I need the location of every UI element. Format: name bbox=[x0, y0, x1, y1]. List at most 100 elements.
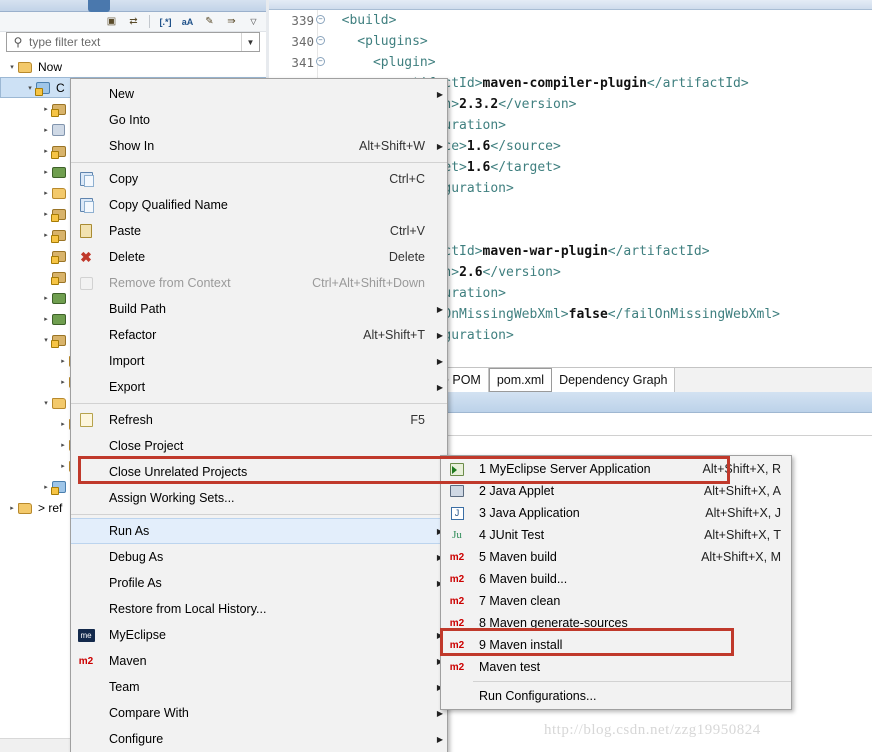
menu-separator bbox=[71, 514, 447, 515]
menu-item-assign-working-sets[interactable]: Assign Working Sets... bbox=[71, 485, 447, 511]
submenu-item-8-maven-generate-sources[interactable]: m2 8 Maven generate-sources bbox=[441, 612, 791, 634]
clear-filter-icon[interactable]: ✎ bbox=[201, 14, 218, 30]
submenu-item-6-maven-build[interactable]: m2 6 Maven build... bbox=[441, 568, 791, 590]
link-with-editor-icon[interactable]: ⇄ bbox=[125, 14, 142, 30]
submenu-item-9-maven-install[interactable]: m2 9 Maven install bbox=[441, 634, 791, 656]
fold-toggle-icon[interactable]: − bbox=[316, 36, 325, 45]
explorer-tab-nub[interactable] bbox=[88, 0, 110, 12]
tree-expand-arrow-icon[interactable]: ▸ bbox=[57, 441, 69, 449]
submenu-item-1-myeclipse-server-application[interactable]: 1 MyEclipse Server Application Alt+Shift+… bbox=[441, 458, 791, 480]
icon-shape bbox=[52, 166, 66, 178]
submenu-item-3-java-application[interactable]: J 3 Java Application Alt+Shift+X, J bbox=[441, 502, 791, 524]
submenu-item-run-configurations[interactable]: Run Configurations... bbox=[441, 685, 791, 707]
project-context-menu[interactable]: New ▶ Go Into Show In Alt+Shift+W ▶ Copy Ctrl+C… bbox=[70, 78, 448, 752]
submenu-item-4-junit-test[interactable]: Ju 4 JUnit Test Alt+Shift+X, T bbox=[441, 524, 791, 546]
menu-item-profile-as[interactable]: Profile As▶ bbox=[71, 570, 447, 596]
maven-icon: m2 bbox=[441, 640, 473, 651]
warning-badge-icon bbox=[35, 87, 43, 96]
warning-badge-icon bbox=[51, 108, 59, 117]
fold-toggle-icon[interactable]: − bbox=[316, 57, 325, 66]
tree-expand-arrow-icon[interactable]: ▸ bbox=[6, 504, 18, 512]
tree-expand-arrow-icon[interactable]: ▸ bbox=[57, 378, 69, 386]
menu-item-close-project[interactable]: Close Project bbox=[71, 433, 447, 459]
maven-project-icon bbox=[51, 479, 69, 495]
menu-item-build-path[interactable]: Build Path ▶ bbox=[71, 296, 447, 322]
search-input[interactable]: ⚲ type filter text ▼ bbox=[6, 32, 260, 52]
submenu-item-label: 8 Maven generate-sources bbox=[479, 616, 628, 630]
menu-item-configure[interactable]: Configure ▶ bbox=[71, 726, 447, 752]
editor-tab-pom-xml[interactable]: pom.xml bbox=[488, 368, 553, 392]
submenu-arrow-icon: ▶ bbox=[436, 382, 444, 392]
tree-expand-arrow-icon[interactable]: ▸ bbox=[40, 315, 52, 323]
maven-m2-icon: m2 bbox=[449, 639, 465, 651]
menu-item-copy-qualified-name[interactable]: Copy Qualified Name bbox=[71, 192, 447, 218]
menu-item-maven[interactable]: m2Maven▶ bbox=[71, 648, 447, 674]
collapse-all-icon[interactable]: ▣ bbox=[103, 14, 120, 30]
menu-item-label: Profile As bbox=[109, 576, 162, 590]
tree-expand-arrow-icon[interactable]: ▸ bbox=[40, 189, 52, 197]
tree-expand-arrow-icon[interactable]: ▸ bbox=[40, 294, 52, 302]
submenu-item-label: 3 Java Application bbox=[479, 506, 580, 520]
maven-m2-icon: m2 bbox=[449, 573, 465, 585]
fold-toggle-icon[interactable]: − bbox=[316, 15, 325, 24]
menu-item-restore-from-local-history[interactable]: Restore from Local History... bbox=[71, 596, 447, 622]
menu-item-go-into[interactable]: Go Into bbox=[71, 107, 447, 133]
submenu-item-label: 5 Maven build bbox=[479, 550, 557, 564]
submenu-item-accelerator: Alt+Shift+X, A bbox=[703, 484, 781, 498]
submenu-arrow-icon: ▶ bbox=[436, 89, 444, 99]
menu-item-delete[interactable]: ✖ Delete Delete bbox=[71, 244, 447, 270]
code-line: <build> bbox=[326, 13, 397, 28]
menu-item-myeclipse[interactable]: meMyEclipse▶ bbox=[71, 622, 447, 648]
menu-item-team[interactable]: Team▶ bbox=[71, 674, 447, 700]
submenu-item-5-maven-build[interactable]: m2 5 Maven build Alt+Shift+X, M bbox=[441, 546, 791, 568]
tree-expand-arrow-icon[interactable]: ▸ bbox=[40, 126, 52, 134]
tree-expand-arrow-icon[interactable]: ▸ bbox=[40, 168, 52, 176]
tree-expand-arrow-icon[interactable]: ▸ bbox=[57, 420, 69, 428]
case-sensitive-icon[interactable]: aA bbox=[179, 14, 196, 30]
maven-icon: m2 bbox=[441, 552, 473, 563]
menu-item-close-unrelated-projects[interactable]: Close Unrelated Projects bbox=[71, 459, 447, 485]
icon-shape bbox=[52, 187, 66, 199]
toolbar-separator bbox=[149, 15, 150, 28]
menu-item-run-as[interactable]: Run As▶ bbox=[71, 518, 447, 544]
project-folder-icon bbox=[18, 500, 35, 516]
tree-expand-arrow-open-icon[interactable]: ▾ bbox=[40, 399, 52, 407]
menu-item-label: Refresh bbox=[109, 413, 153, 427]
run-as-submenu[interactable]: 1 MyEclipse Server Application Alt+Shift+… bbox=[440, 455, 792, 710]
menu-item-refresh[interactable]: Refresh F5 bbox=[71, 407, 447, 433]
submenu-item-7-maven-clean[interactable]: m2 7 Maven clean bbox=[441, 590, 791, 612]
menu-item-export[interactable]: Export ▶ bbox=[71, 374, 447, 400]
submenu-item-2-java-applet[interactable]: 2 Java Applet Alt+Shift+X, A bbox=[441, 480, 791, 502]
menu-item-copy[interactable]: Copy Ctrl+C bbox=[71, 166, 447, 192]
tree-expand-arrow-open-icon[interactable]: ▾ bbox=[6, 63, 18, 71]
tree-item[interactable]: ▾ Now bbox=[0, 56, 267, 77]
menu-item-label: Restore from Local History... bbox=[109, 602, 267, 616]
chevron-down-icon[interactable]: ▼ bbox=[241, 33, 259, 51]
explorer-tab-strip bbox=[0, 0, 268, 12]
submenu-item-label: 7 Maven clean bbox=[479, 594, 561, 608]
submenu-arrow-icon: ▶ bbox=[436, 304, 444, 314]
menu-item-import[interactable]: Import ▶ bbox=[71, 348, 447, 374]
menu-item-label: Delete bbox=[109, 250, 146, 264]
code-line: <plugins> bbox=[326, 34, 428, 49]
regex-filter-icon[interactable]: [.*] bbox=[157, 14, 174, 30]
tree-expand-arrow-icon[interactable]: ▸ bbox=[57, 462, 69, 470]
menu-item-debug-as[interactable]: Debug As▶ bbox=[71, 544, 447, 570]
submenu-item-maven-test[interactable]: m2 Maven test bbox=[441, 656, 791, 678]
submenu-item-label: Run Configurations... bbox=[479, 689, 597, 703]
menu-item-paste[interactable]: Paste Ctrl+V bbox=[71, 218, 447, 244]
menu-item-compare-with[interactable]: Compare With ▶ bbox=[71, 700, 447, 726]
editor-tab-dependency-graph[interactable]: Dependency Graph bbox=[552, 368, 676, 392]
tree-expand-arrow-icon[interactable]: ▸ bbox=[57, 357, 69, 365]
view-menu-icon[interactable]: ▽ bbox=[245, 14, 262, 30]
menu-item-remove-from-context: Remove from Context Ctrl+Alt+Shift+Down bbox=[71, 270, 447, 296]
menu-item-new[interactable]: New ▶ bbox=[71, 81, 447, 107]
library-icon bbox=[52, 290, 69, 306]
menu-item-label: Import bbox=[109, 354, 145, 368]
explorer-toolbar[interactable]: ▣ ⇄ [.*] aA ✎ ⇛ ▽ bbox=[0, 12, 268, 32]
maven-m2-icon: m2 bbox=[449, 595, 465, 607]
submenu-item-label: Maven test bbox=[479, 660, 541, 674]
sort-icon[interactable]: ⇛ bbox=[223, 14, 240, 30]
menu-item-show-in[interactable]: Show In Alt+Shift+W ▶ bbox=[71, 133, 447, 159]
menu-item-refactor[interactable]: Refactor Alt+Shift+T ▶ bbox=[71, 322, 447, 348]
